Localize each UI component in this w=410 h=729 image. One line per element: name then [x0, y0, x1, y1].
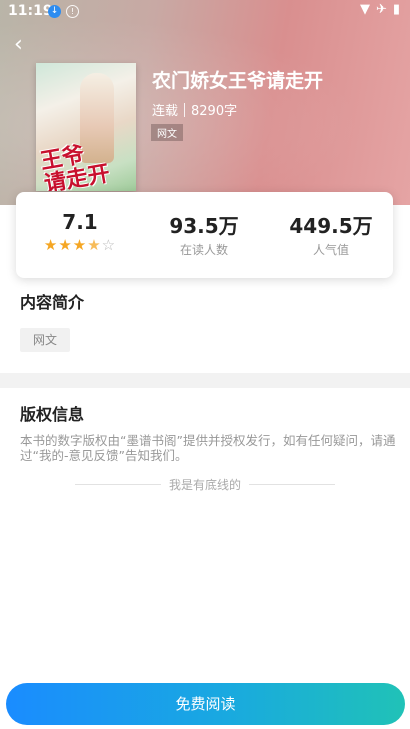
status-time: 11:19	[8, 3, 53, 19]
star-empty-icon: ☆	[101, 236, 117, 254]
status-icons: ▼ ✈ ▮	[360, 2, 400, 17]
divider-line	[249, 483, 336, 485]
readers-label: 在读人数	[179, 243, 228, 257]
meta-divider	[184, 102, 186, 117]
section-divider	[0, 373, 410, 388]
stats-card: 7.1 ★★★★☆ 93.5万 在读人数 449.5万 人气值	[16, 192, 393, 278]
end-of-content: 我是有底线的	[75, 477, 336, 492]
rating-stat: 7.1 ★★★★☆	[32, 210, 128, 253]
rating-stars: ★★★★☆	[32, 237, 128, 253]
intro-title: 内容简介	[20, 293, 85, 312]
divider-line	[75, 483, 161, 485]
info-icon: !	[66, 5, 79, 18]
book-title: 农门娇女王爷请走开	[152, 70, 324, 92]
copyright-text: 本书的数字版权由“墨谱书阁”提供并授权发行，如有任何疑问，请通过“我的-意见反馈…	[20, 433, 396, 463]
end-of-content-label: 我是有底线的	[169, 477, 242, 492]
cover-title-art: 王爷 请走开	[38, 141, 112, 191]
airplane-icon: ✈	[375, 2, 387, 17]
battery-icon: ▮	[392, 2, 400, 17]
status-bar: 11:19 ↓ ! ▼ ✈ ▮	[0, 0, 410, 24]
star-icon: ★	[43, 236, 59, 254]
copyright-title: 版权信息	[20, 405, 85, 424]
download-icon: ↓	[48, 5, 61, 18]
chevron-left-icon: ‹	[14, 32, 23, 57]
back-button[interactable]: ‹	[14, 32, 38, 58]
wifi-icon: ▼	[359, 2, 370, 17]
star-icon: ★	[72, 236, 88, 254]
rating-value: 7.1	[62, 210, 98, 234]
popularity-stat: 449.5万 人气值	[276, 210, 386, 258]
popularity-value: 449.5万	[289, 214, 373, 238]
book-meta: 连载 8290字	[152, 100, 237, 119]
readers-value: 93.5万	[169, 214, 239, 238]
popularity-label: 人气值	[312, 243, 349, 257]
book-tag: 网文	[151, 124, 183, 141]
free-read-button[interactable]: 免费阅读	[6, 683, 405, 725]
intro-tag[interactable]: 网文	[20, 328, 70, 352]
book-cover[interactable]: 王爷 请走开	[36, 63, 136, 191]
book-word-count: 8290字	[191, 104, 238, 119]
readers-stat: 93.5万 在读人数	[154, 210, 254, 258]
star-icon: ★	[58, 236, 73, 254]
star-half-icon: ★	[87, 236, 102, 254]
book-status: 连载	[152, 104, 179, 119]
